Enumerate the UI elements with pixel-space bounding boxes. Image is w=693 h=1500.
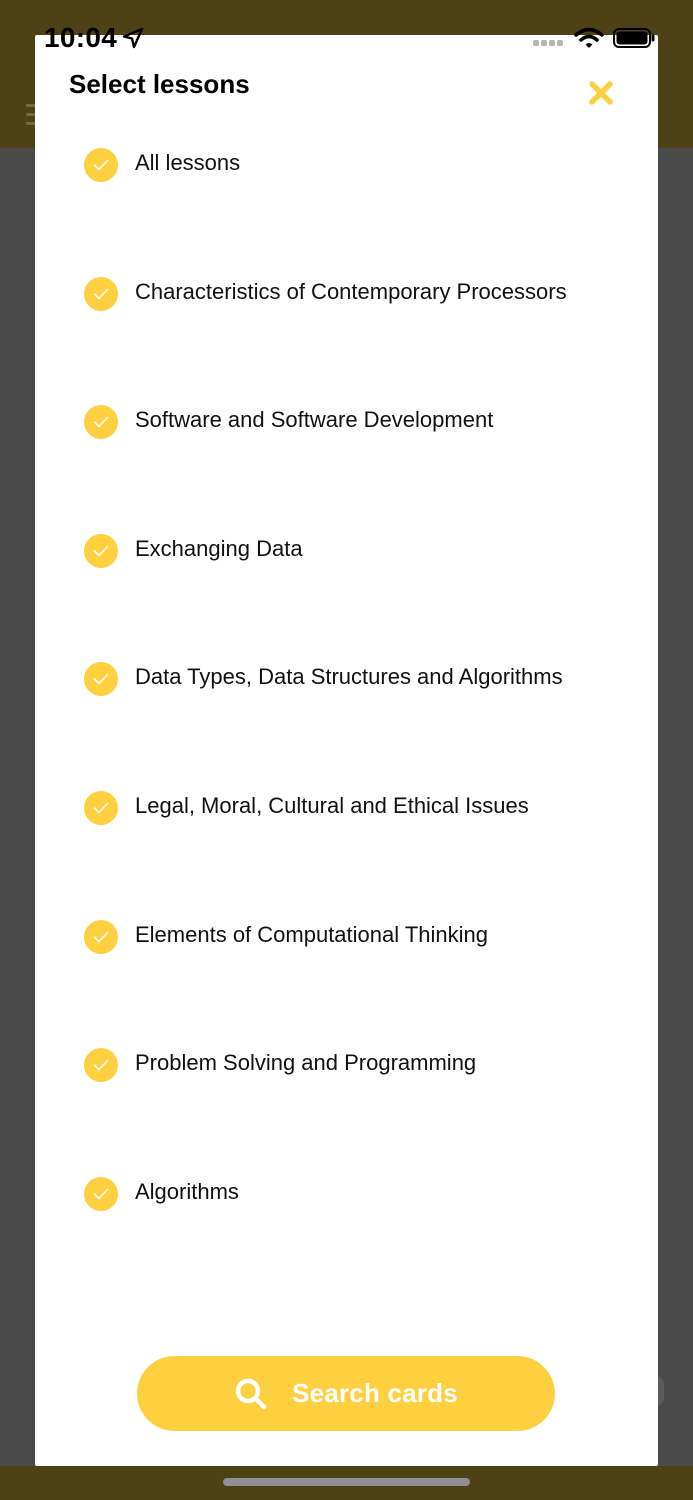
modal-title: Select lessons xyxy=(69,69,250,99)
checkmark-icon[interactable] xyxy=(84,1048,118,1083)
wifi-icon xyxy=(574,27,604,48)
lesson-item[interactable]: Problem Solving and Programming xyxy=(84,1043,476,1083)
checkmark-icon[interactable] xyxy=(84,276,118,311)
lesson-label: All lessons xyxy=(135,150,241,175)
checkmark-icon[interactable] xyxy=(84,791,118,825)
home-indicator[interactable] xyxy=(223,1478,470,1486)
lesson-label: Problem Solving and Programming xyxy=(135,1050,477,1076)
lesson-item[interactable]: Data Types, Data Structures and Algorith… xyxy=(84,657,563,697)
select-lessons-modal: Select lessons All lessons Characteristic… xyxy=(35,35,658,1466)
lesson-label: Algorithms xyxy=(135,1178,239,1204)
close-button[interactable] xyxy=(587,79,615,107)
location-arrow-icon xyxy=(122,27,144,49)
signal-icon xyxy=(533,40,565,48)
lesson-label: Characteristics of Contemporary Processo… xyxy=(135,278,567,304)
search-icon xyxy=(235,1378,267,1409)
checkmark-icon[interactable] xyxy=(84,919,118,954)
battery-icon xyxy=(613,28,655,48)
lesson-label: Legal, Moral, Cultural and Ethical Issue… xyxy=(135,793,529,818)
lesson-item[interactable]: Characteristics of Contemporary Processo… xyxy=(84,272,567,312)
lesson-item[interactable]: All lessons xyxy=(84,143,240,183)
checkmark-icon[interactable] xyxy=(84,662,118,697)
lesson-label: Software and Software Development xyxy=(135,407,494,433)
lesson-item[interactable]: Software and Software Development xyxy=(84,400,493,440)
lesson-item[interactable]: Exchanging Data xyxy=(84,529,303,569)
checkmark-icon[interactable] xyxy=(84,148,118,182)
status-bar: 10:04 xyxy=(0,0,693,70)
checkmark-icon[interactable] xyxy=(84,405,118,440)
search-cards-label: Search cards xyxy=(292,1378,458,1408)
lesson-item[interactable]: Algorithms xyxy=(84,1172,239,1212)
search-cards-button[interactable]: Search cards xyxy=(137,1356,555,1431)
checkmark-icon[interactable] xyxy=(84,533,118,568)
status-time: 10:04 xyxy=(44,22,118,53)
lesson-label: Data Types, Data Structures and Algorith… xyxy=(135,664,563,690)
close-icon xyxy=(589,81,613,105)
checkmark-icon[interactable] xyxy=(84,1176,118,1211)
lesson-item[interactable]: Elements of Computational Thinking xyxy=(84,915,488,955)
lesson-label: Elements of Computational Thinking xyxy=(135,921,489,947)
lesson-label: Exchanging Data xyxy=(135,535,303,561)
lesson-item[interactable]: Legal, Moral, Cultural and Ethical Issue… xyxy=(84,786,529,826)
